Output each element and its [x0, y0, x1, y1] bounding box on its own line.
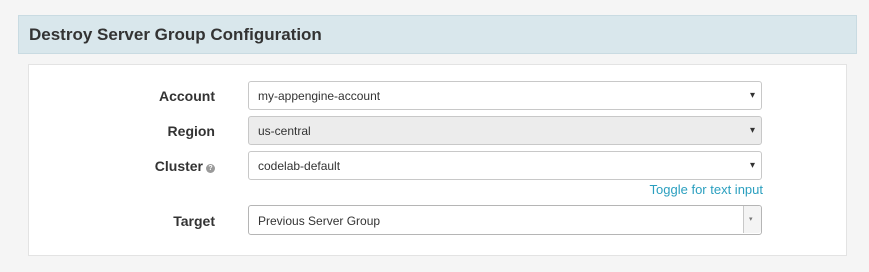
target-label: Target	[173, 213, 215, 229]
question-circle-icon[interactable]: ?	[206, 164, 215, 173]
cluster-select-value: codelab-default	[258, 159, 341, 173]
panel-header: Destroy Server Group Configuration	[18, 15, 857, 54]
region-select-value: us-central	[258, 124, 311, 138]
target-select[interactable]: Previous Server Group ▾	[248, 205, 762, 235]
cluster-label-text: Cluster	[154, 158, 203, 174]
account-select[interactable]: my-appengine-account ▾	[248, 81, 762, 110]
cluster-select[interactable]: codelab-default ▾	[248, 151, 762, 180]
toggle-text-input-link[interactable]: Toggle for text input	[650, 182, 763, 198]
target-select-value: Previous Server Group	[258, 214, 381, 228]
chevron-down-icon: ▾	[749, 216, 753, 223]
cluster-label: Cluster?	[28, 157, 215, 175]
region-label: Region	[167, 123, 215, 139]
chevron-down-icon: ▾	[749, 90, 755, 101]
account-select-value: my-appengine-account	[258, 89, 381, 103]
region-select[interactable]: us-central ▾	[248, 116, 762, 145]
chevron-down-icon: ▾	[749, 160, 755, 171]
account-label: Account	[159, 88, 215, 104]
chevron-down-icon: ▾	[749, 125, 755, 136]
page-title: Destroy Server Group Configuration	[29, 25, 322, 44]
dropdown-toggle[interactable]: ▾	[743, 206, 761, 233]
